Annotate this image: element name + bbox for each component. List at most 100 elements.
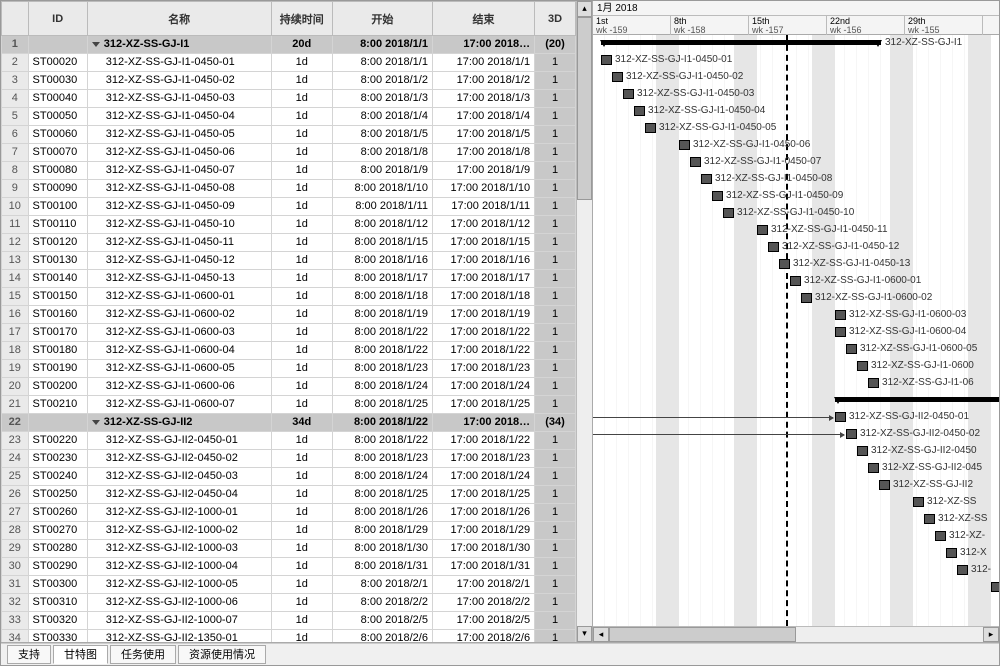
- task-bar[interactable]: [645, 123, 656, 133]
- table-row[interactable]: 9ST00090312-XZ-SS-GJ-I1-0450-081d8:00 20…: [2, 180, 576, 198]
- gantt-row: 312-XZ-SS-GJ-I1-06: [593, 375, 999, 392]
- table-row[interactable]: 18ST00180312-XZ-SS-GJ-I1-0600-041d8:00 2…: [2, 342, 576, 360]
- table-row[interactable]: 31ST00300312-XZ-SS-GJ-II2-1000-051d8:00 …: [2, 576, 576, 594]
- table-row[interactable]: 24ST00230312-XZ-SS-GJ-II2-0450-021d8:00 …: [2, 450, 576, 468]
- task-bar[interactable]: [846, 429, 857, 439]
- task-bar[interactable]: [846, 344, 857, 354]
- cell-duration: 1d: [271, 468, 332, 486]
- table-row[interactable]: 14ST00140312-XZ-SS-GJ-I1-0450-131d8:00 2…: [2, 270, 576, 288]
- table-row[interactable]: 19ST00190312-XZ-SS-GJ-I1-0600-051d8:00 2…: [2, 360, 576, 378]
- table-row[interactable]: 3ST00030312-XZ-SS-GJ-I1-0450-021d8:00 20…: [2, 72, 576, 90]
- collapse-icon[interactable]: [92, 42, 100, 47]
- task-bar[interactable]: [868, 463, 879, 473]
- tab-task-usage[interactable]: 任务使用: [110, 645, 176, 664]
- task-bar[interactable]: [868, 378, 879, 388]
- table-row[interactable]: 12ST00120312-XZ-SS-GJ-I1-0450-111d8:00 2…: [2, 234, 576, 252]
- task-bar[interactable]: [835, 412, 846, 422]
- tab-resource-usage[interactable]: 资源使用情况: [178, 645, 266, 664]
- task-bar[interactable]: [634, 106, 645, 116]
- cell-name: 312-XZ-SS-GJ-I1-0450-04: [87, 108, 271, 126]
- task-bar[interactable]: [723, 208, 734, 218]
- table-row[interactable]: 29ST00280312-XZ-SS-GJ-II2-1000-031d8:00 …: [2, 540, 576, 558]
- table-row[interactable]: 27ST00260312-XZ-SS-GJ-II2-1000-011d8:00 …: [2, 504, 576, 522]
- col-duration[interactable]: 持续时间: [271, 2, 332, 36]
- table-row[interactable]: 26ST00250312-XZ-SS-GJ-II2-0450-041d8:00 …: [2, 486, 576, 504]
- task-bar[interactable]: [679, 140, 690, 150]
- task-bar[interactable]: [757, 225, 768, 235]
- cell-end: 17:00 2018/1/5: [432, 126, 534, 144]
- scroll-up-button[interactable]: ▴: [577, 1, 592, 17]
- table-row[interactable]: 21ST00210312-XZ-SS-GJ-I1-0600-071d8:00 2…: [2, 396, 576, 414]
- table-row[interactable]: 6ST00060312-XZ-SS-GJ-I1-0450-051d8:00 20…: [2, 126, 576, 144]
- table-row[interactable]: 13ST00130312-XZ-SS-GJ-I1-0450-121d8:00 2…: [2, 252, 576, 270]
- scroll-down-button[interactable]: ▾: [577, 626, 592, 642]
- tab-gantt[interactable]: 甘特图: [53, 645, 108, 664]
- task-bar[interactable]: [712, 191, 723, 201]
- table-row[interactable]: 17ST00170312-XZ-SS-GJ-I1-0600-031d8:00 2…: [2, 324, 576, 342]
- bar-label: 312-XZ-: [949, 530, 985, 541]
- task-bar[interactable]: [924, 514, 935, 524]
- vertical-scrollbar[interactable]: ▴ ▾: [576, 1, 592, 642]
- table-row[interactable]: 25ST00240312-XZ-SS-GJ-II2-0450-031d8:00 …: [2, 468, 576, 486]
- task-bar[interactable]: [857, 361, 868, 371]
- col-3d[interactable]: 3D: [535, 2, 576, 36]
- table-row[interactable]: 11ST00110312-XZ-SS-GJ-I1-0450-101d8:00 2…: [2, 216, 576, 234]
- col-start[interactable]: 开始: [332, 2, 432, 36]
- table-row[interactable]: 34ST00330312-XZ-SS-GJ-II2-1350-011d8:00 …: [2, 630, 576, 643]
- cell-duration: 1d: [271, 108, 332, 126]
- table-row[interactable]: 2ST00020312-XZ-SS-GJ-I1-0450-011d8:00 20…: [2, 54, 576, 72]
- table-row[interactable]: 1312-XZ-SS-GJ-I120d8:00 2018/1/117:00 20…: [2, 36, 576, 54]
- scroll-thumb[interactable]: [577, 17, 592, 200]
- task-bar[interactable]: [879, 480, 890, 490]
- table-row[interactable]: 10ST00100312-XZ-SS-GJ-I1-0450-091d8:00 2…: [2, 198, 576, 216]
- task-bar[interactable]: [779, 259, 790, 269]
- table-row[interactable]: 7ST00070312-XZ-SS-GJ-I1-0450-061d8:00 20…: [2, 144, 576, 162]
- col-name[interactable]: 名称: [87, 2, 271, 36]
- task-bar[interactable]: [801, 293, 812, 303]
- task-bar[interactable]: [790, 276, 801, 286]
- task-bar[interactable]: [835, 327, 846, 337]
- cell-end: 17:00 2018/1/22: [432, 342, 534, 360]
- task-bar[interactable]: [701, 174, 712, 184]
- scroll-right-button[interactable]: ▸: [983, 627, 999, 642]
- task-bar[interactable]: [768, 242, 779, 252]
- task-bar[interactable]: [623, 89, 634, 99]
- task-bar[interactable]: [601, 55, 612, 65]
- cell-duration: 1d: [271, 162, 332, 180]
- col-end[interactable]: 结束: [432, 2, 534, 36]
- task-bar[interactable]: [946, 548, 957, 558]
- table-row[interactable]: 30ST00290312-XZ-SS-GJ-II2-1000-041d8:00 …: [2, 558, 576, 576]
- table-row[interactable]: 15ST00150312-XZ-SS-GJ-I1-0600-011d8:00 2…: [2, 288, 576, 306]
- task-bar[interactable]: [690, 157, 701, 167]
- task-bar[interactable]: [991, 582, 999, 592]
- tab-support[interactable]: 支持: [7, 645, 51, 664]
- table-row[interactable]: 23ST00220312-XZ-SS-GJ-II2-0450-011d8:00 …: [2, 432, 576, 450]
- gantt-chart-area[interactable]: 312-XZ-SS-GJ-I1312-XZ-SS-GJ-I1-0450-0131…: [593, 35, 999, 626]
- task-table[interactable]: ID 名称 持续时间 开始 结束 3D 1312-XZ-SS-GJ-I120d8…: [1, 1, 576, 642]
- task-bar[interactable]: [835, 310, 846, 320]
- cell-3d: 1: [535, 252, 576, 270]
- col-id[interactable]: ID: [28, 2, 87, 36]
- task-bar[interactable]: [857, 446, 868, 456]
- table-row[interactable]: 16ST00160312-XZ-SS-GJ-I1-0600-021d8:00 2…: [2, 306, 576, 324]
- table-row[interactable]: 28ST00270312-XZ-SS-GJ-II2-1000-021d8:00 …: [2, 522, 576, 540]
- scroll-left-button[interactable]: ◂: [593, 627, 609, 642]
- horizontal-scrollbar[interactable]: ◂ ▸: [593, 626, 999, 642]
- table-row[interactable]: 32ST00310312-XZ-SS-GJ-II2-1000-061d8:00 …: [2, 594, 576, 612]
- task-bar[interactable]: [913, 497, 924, 507]
- table-row[interactable]: 5ST00050312-XZ-SS-GJ-I1-0450-041d8:00 20…: [2, 108, 576, 126]
- table-row[interactable]: 4ST00040312-XZ-SS-GJ-I1-0450-031d8:00 20…: [2, 90, 576, 108]
- task-bar[interactable]: [612, 72, 623, 82]
- task-bar[interactable]: [957, 565, 968, 575]
- table-row[interactable]: 8ST00080312-XZ-SS-GJ-I1-0450-071d8:00 20…: [2, 162, 576, 180]
- row-number: 8: [2, 162, 29, 180]
- row-number: 29: [2, 540, 29, 558]
- task-bar[interactable]: [935, 531, 946, 541]
- table-row[interactable]: 22312-XZ-SS-GJ-II234d8:00 2018/1/2217:00…: [2, 414, 576, 432]
- summary-bar[interactable]: [835, 397, 999, 402]
- hscroll-thumb[interactable]: [609, 627, 796, 642]
- table-row[interactable]: 20ST00200312-XZ-SS-GJ-I1-0600-061d8:00 2…: [2, 378, 576, 396]
- summary-bar[interactable]: [601, 40, 881, 45]
- table-row[interactable]: 33ST00320312-XZ-SS-GJ-II2-1000-071d8:00 …: [2, 612, 576, 630]
- collapse-icon[interactable]: [92, 420, 100, 425]
